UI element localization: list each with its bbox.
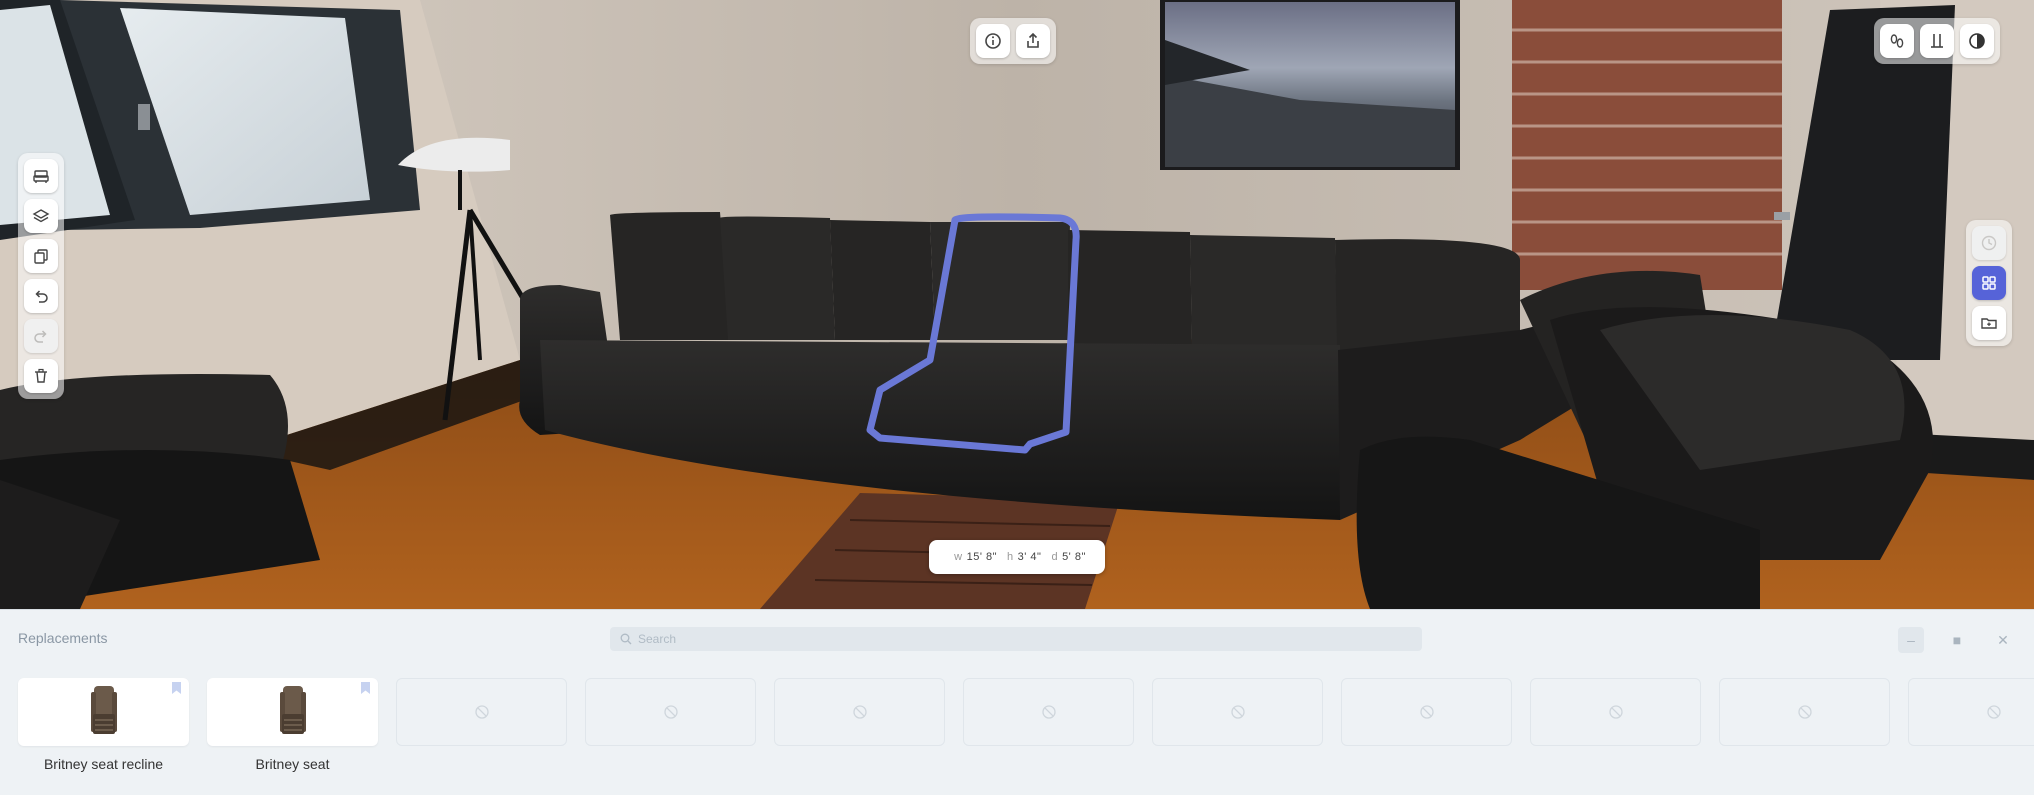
replacements-panel: Replacements – ■ ✕ Britney seat reclineB…	[0, 609, 2034, 795]
unavailable-icon	[1419, 705, 1434, 719]
replacement-item	[1530, 678, 1701, 746]
dimensions-badge: w 15' 8" h 3' 4" d 5' 8"	[929, 540, 1105, 574]
height-key: h	[1007, 551, 1014, 563]
close-button[interactable]: ✕	[1990, 627, 2016, 653]
duplicate-button[interactable]	[24, 239, 58, 273]
delete-icon	[35, 368, 47, 383]
maximize-button[interactable]: ■	[1944, 627, 1970, 653]
replacement-label: Britney seat	[255, 756, 330, 772]
close-icon: ✕	[1997, 631, 2009, 648]
replacement-item: Britney seat	[207, 678, 378, 772]
empty-slot-card	[1152, 678, 1323, 746]
ruler-icon	[1931, 34, 1943, 48]
empty-slot-card	[1530, 678, 1701, 746]
duplicate-icon	[34, 249, 48, 264]
top-right-toolbar	[1874, 18, 2000, 64]
room-scene[interactable]	[0, 0, 2034, 609]
empty-slot-card	[1719, 678, 1890, 746]
replacement-item	[1152, 678, 1323, 746]
replacement-item	[1341, 678, 1512, 746]
unavailable-icon	[1608, 705, 1623, 719]
bookmark-icon[interactable]	[172, 682, 181, 694]
window-handle	[138, 104, 150, 130]
search-icon	[620, 633, 632, 645]
replacement-card[interactable]	[18, 678, 189, 746]
replacement-item	[774, 678, 945, 746]
unavailable-icon	[663, 705, 678, 719]
chair-thumbnail	[90, 686, 117, 734]
empty-slot-card	[963, 678, 1134, 746]
left-toolbar	[18, 153, 64, 399]
info-button[interactable]	[976, 24, 1010, 58]
layers-icon	[32, 209, 50, 223]
replacement-item	[1719, 678, 1890, 746]
contrast-icon	[1969, 33, 1985, 49]
measure-button[interactable]	[1920, 24, 1954, 58]
empty-slot-card	[1908, 678, 2034, 746]
share-icon	[1027, 32, 1039, 48]
width-key: w	[954, 551, 963, 563]
replacement-item: Britney seat recline	[18, 678, 189, 772]
unavailable-icon	[1986, 705, 2001, 719]
replacement-item	[963, 678, 1134, 746]
clock-icon	[1981, 235, 1997, 251]
height-value: 3' 4"	[1017, 551, 1042, 563]
catalog-button[interactable]	[1972, 266, 2006, 300]
shoe-prints-icon	[1890, 34, 1904, 48]
replacement-cards: Britney seat recline Britney seat	[18, 678, 2034, 772]
info-icon	[985, 33, 1001, 49]
unavailable-icon	[474, 705, 489, 719]
top-toolbar	[970, 18, 1056, 64]
grid-icon	[1982, 276, 1996, 290]
replacement-item	[585, 678, 756, 746]
replacement-label: Britney seat recline	[43, 756, 164, 772]
replacement-card[interactable]	[207, 678, 378, 746]
search-input[interactable]	[636, 631, 1400, 647]
brick-wall	[1512, 0, 1782, 290]
3d-viewport[interactable]: w 15' 8" h 3' 4" d 5' 8"	[0, 0, 2034, 609]
empty-slot-card	[1341, 678, 1512, 746]
empty-slot-card	[585, 678, 756, 746]
furniture-icon	[33, 170, 49, 183]
minimize-button[interactable]: –	[1898, 627, 1924, 653]
empty-slot-card	[396, 678, 567, 746]
layers-button[interactable]	[24, 199, 58, 233]
width-value: 15' 8"	[966, 551, 998, 563]
render-mode-button[interactable]	[1960, 24, 1994, 58]
replacement-item	[1908, 678, 2034, 746]
folder-icon	[1981, 318, 1997, 329]
undo-button[interactable]	[24, 279, 58, 313]
delete-button[interactable]	[24, 359, 58, 393]
depth-value: 5' 8"	[1062, 551, 1086, 563]
search-box[interactable]	[610, 627, 1422, 651]
redo-icon	[34, 330, 47, 343]
unavailable-icon	[852, 705, 867, 719]
redo-button[interactable]	[24, 319, 58, 353]
furniture-button[interactable]	[24, 159, 58, 193]
history-button[interactable]	[1972, 226, 2006, 260]
unavailable-icon	[1797, 705, 1812, 719]
folder-button[interactable]	[1972, 306, 2006, 340]
square-icon: ■	[1952, 632, 1962, 648]
empty-slot-card	[774, 678, 945, 746]
unavailable-icon	[1230, 705, 1245, 719]
right-toolbar	[1966, 220, 2012, 346]
undo-icon	[35, 290, 48, 303]
walk-mode-button[interactable]	[1880, 24, 1914, 58]
bookmark-icon[interactable]	[361, 682, 370, 694]
unavailable-icon	[1041, 705, 1056, 719]
replacement-item	[396, 678, 567, 746]
share-button[interactable]	[1016, 24, 1050, 58]
minus-icon: –	[1907, 632, 1915, 648]
chair-thumbnail	[279, 686, 306, 734]
depth-key: d	[1051, 551, 1059, 563]
panel-title: Replacements	[18, 630, 108, 646]
